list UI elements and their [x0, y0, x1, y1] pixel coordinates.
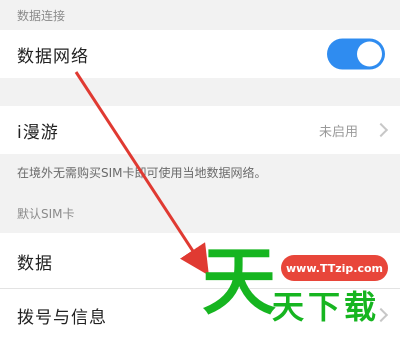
section-header-default-sim: 默认SIM卡	[0, 195, 400, 233]
watermark-logo: 天 天下载 www.TTzip.com	[200, 240, 400, 341]
calls-sim-label: 拨号与信息	[17, 307, 107, 328]
watermark-text: 天下载	[272, 288, 381, 326]
toggle-knob	[357, 41, 382, 67]
chevron-right-icon	[373, 122, 389, 138]
roaming-row[interactable]: i漫游 未启用	[0, 106, 400, 154]
watermark-big-char: 天	[202, 239, 276, 325]
roaming-status: 未启用	[318, 124, 358, 140]
data-sim-label: 数据	[17, 253, 53, 274]
data-network-label: 数据网络	[17, 46, 89, 67]
roaming-label: i漫游	[17, 122, 59, 143]
roaming-description: 在境外无需购买SIM卡即可使用当地数据网络。	[0, 154, 400, 195]
watermark-site-badge: www.TTzip.com	[281, 255, 388, 281]
section-header-data-connection: 数据连接	[0, 0, 400, 30]
data-network-toggle[interactable]	[327, 38, 385, 70]
data-network-row[interactable]: 数据网络	[0, 30, 400, 78]
section-gap	[0, 78, 400, 106]
